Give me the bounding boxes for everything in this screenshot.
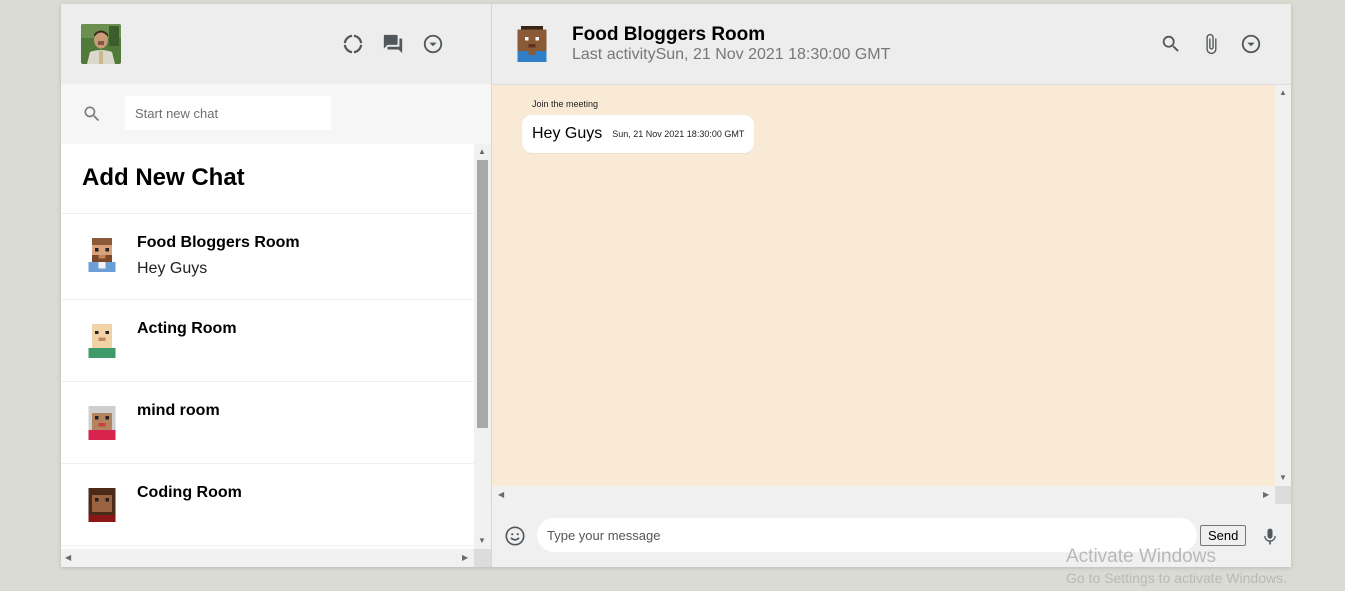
watermark-subtitle: Go to Settings to activate Windows.: [1066, 570, 1287, 586]
chat-item-coding-room[interactable]: Coding Room: [61, 464, 474, 546]
scroll-left-arrow-icon[interactable]: ◀: [65, 554, 71, 562]
last-activity: Last activitySun, 21 Nov 2021 18:30:00 G…: [572, 46, 891, 63]
chat-item-acting-room[interactable]: Acting Room: [61, 300, 474, 382]
chat-avatar: [88, 238, 116, 272]
scroll-right-arrow-icon[interactable]: ▶: [462, 554, 468, 562]
sidebar-header: [61, 4, 491, 84]
message-bubble: Hey Guys Sun, 21 Nov 2021 18:30:00 GMT: [522, 115, 755, 153]
search-icon[interactable]: [1160, 33, 1182, 55]
menu-dropdown-icon[interactable]: [422, 33, 444, 55]
search-bar: [61, 84, 491, 144]
chat-list: Add New Chat Food Bloggers Room Hey Guys: [61, 144, 474, 549]
chat-icon[interactable]: [382, 33, 404, 55]
chat-app: Add New Chat Food Bloggers Room Hey Guys: [61, 4, 1291, 567]
chat-name: Coding Room: [137, 484, 242, 501]
scrollbar-thumb[interactable]: [477, 160, 488, 428]
chat-name: Food Bloggers Room: [137, 234, 300, 251]
add-new-chat-label: Add New Chat: [82, 164, 245, 191]
chat-list-horizontal-scrollbar[interactable]: ◀ ▶: [61, 549, 474, 567]
chat-avatar: [88, 488, 116, 522]
message-input[interactable]: [537, 518, 1197, 552]
chat-panel: Food Bloggers Room Last activitySun, 21 …: [492, 4, 1291, 567]
chat-item-food-bloggers-room[interactable]: Food Bloggers Room Hey Guys: [61, 214, 474, 300]
status-icon[interactable]: [342, 33, 364, 55]
scroll-down-arrow-icon[interactable]: ▼: [478, 537, 486, 545]
message-text: Hey Guys: [532, 125, 603, 142]
chat-footer: Send: [492, 504, 1291, 567]
chat-body: Join the meeting Hey Guys Sun, 21 Nov 20…: [492, 85, 1275, 486]
chat-name: mind room: [137, 402, 220, 419]
chat-item-mind-room[interactable]: mind room: [61, 382, 474, 464]
search-input[interactable]: [125, 96, 331, 130]
chat-list-scrollbar[interactable]: ▲ ▼: [474, 144, 491, 549]
user-avatar[interactable]: [81, 24, 121, 64]
chat-body-scrollbar[interactable]: ▲ ▼: [1275, 85, 1291, 486]
microphone-icon[interactable]: [1260, 526, 1280, 548]
chat-last-message: Hey Guys: [137, 260, 208, 277]
scroll-down-arrow-icon[interactable]: ▼: [1279, 474, 1287, 482]
room-title: Food Bloggers Room: [572, 24, 766, 45]
search-icon: [82, 104, 102, 124]
emoji-icon[interactable]: [504, 525, 526, 547]
scroll-up-arrow-icon[interactable]: ▲: [1279, 89, 1287, 97]
attach-icon[interactable]: [1200, 33, 1222, 55]
scroll-up-arrow-icon[interactable]: ▲: [478, 148, 486, 156]
sidebar: Add New Chat Food Bloggers Room Hey Guys: [61, 4, 492, 567]
scrollbar-corner: [1275, 486, 1291, 504]
chat-avatar: [88, 406, 116, 440]
chat-name: Acting Room: [137, 320, 237, 337]
scroll-right-arrow-icon[interactable]: ▶: [1263, 491, 1269, 499]
message-timestamp: Sun, 21 Nov 2021 18:30:00 GMT: [612, 129, 745, 139]
chat-avatar: [88, 324, 116, 358]
room-avatar[interactable]: [514, 26, 550, 62]
add-new-chat[interactable]: Add New Chat: [61, 144, 474, 214]
menu-dropdown-icon[interactable]: [1240, 33, 1262, 55]
send-button[interactable]: Send: [1200, 525, 1247, 546]
scrollbar-corner: [474, 549, 491, 567]
chat-body-horizontal-scrollbar[interactable]: ◀ ▶: [492, 486, 1275, 504]
chat-header: Food Bloggers Room Last activitySun, 21 …: [492, 4, 1291, 85]
scroll-left-arrow-icon[interactable]: ◀: [498, 491, 504, 499]
message-sender: Join the meeting: [532, 99, 599, 109]
